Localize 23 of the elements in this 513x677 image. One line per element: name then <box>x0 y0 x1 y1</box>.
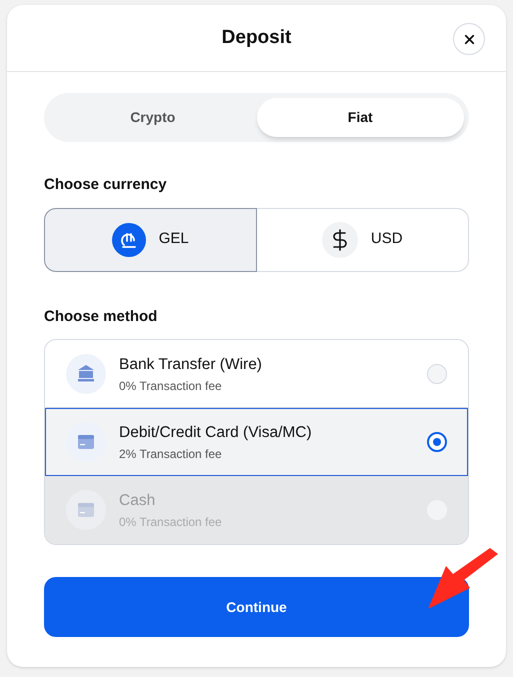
continue-button[interactable]: Continue <box>44 577 469 637</box>
section-heading: Choose currency <box>44 175 168 195</box>
method-name: Bank Transfer (Wire) <box>119 355 263 376</box>
dialog-title: Deposit <box>222 26 292 50</box>
dollar-icon <box>322 222 358 258</box>
tab[interactable]: Fiat <box>256 98 464 137</box>
close-button[interactable] <box>453 23 485 55</box>
currency-option[interactable]: GEL <box>44 208 256 272</box>
method-name: Cash <box>119 491 156 512</box>
method-option[interactable]: Debit/Credit Card (Visa/MC) 2% Transaction fee <box>45 408 468 476</box>
method-fee: 2% Transaction fee <box>119 446 223 463</box>
card-icon <box>78 435 94 449</box>
method-fee: 0% Transaction fee <box>119 514 223 531</box>
method-name: Debit/Credit Card (Visa/MC) <box>119 423 313 444</box>
currency-option[interactable]: USD <box>256 208 469 272</box>
tab[interactable]: Crypto <box>49 98 256 137</box>
section-heading: Choose method <box>44 306 158 326</box>
method-fee: 0% Transaction fee <box>119 378 223 395</box>
radio-button[interactable] <box>427 432 447 452</box>
card-icon <box>78 503 94 517</box>
method-option[interactable]: Bank Transfer (Wire) 0% Transaction fee <box>45 340 468 408</box>
bank-icon <box>78 365 94 382</box>
lari-icon <box>112 222 146 256</box>
